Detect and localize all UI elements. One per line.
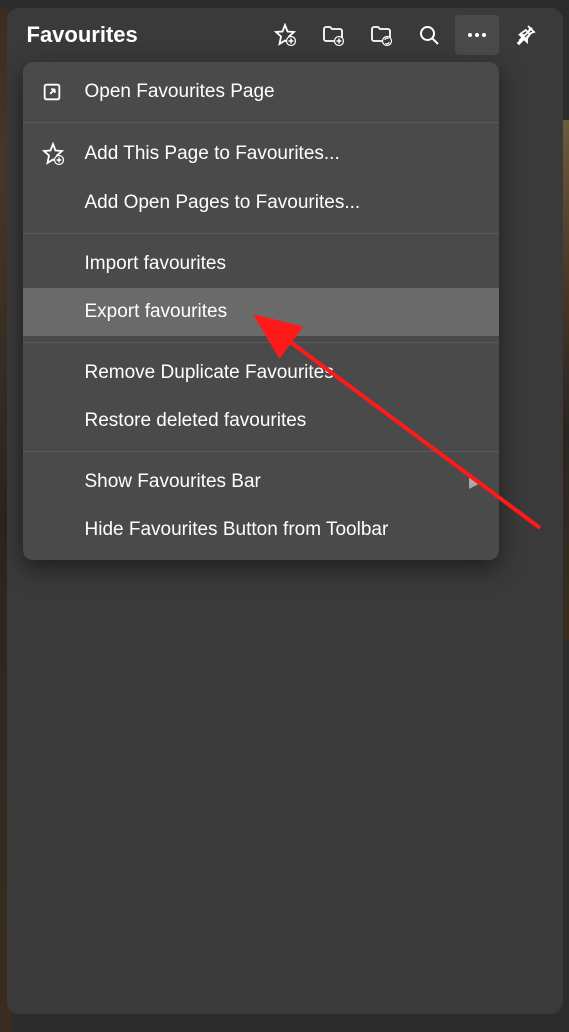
search-icon xyxy=(417,23,441,47)
chevron-right-icon: ▶ xyxy=(469,473,481,491)
menu-item-label: Import favourites xyxy=(85,253,481,275)
menu-show-favourites-bar[interactable]: Show Favourites Bar ▶ xyxy=(23,458,499,506)
menu-item-label: Export favourites xyxy=(85,301,481,323)
sync-folder-button[interactable] xyxy=(359,15,403,55)
star-add-icon xyxy=(273,23,297,47)
menu-item-label: Add This Page to Favourites... xyxy=(85,143,481,165)
menu-separator xyxy=(23,122,499,123)
menu-item-label: Remove Duplicate Favourites xyxy=(85,362,481,384)
menu-item-label: Hide Favourites Button from Toolbar xyxy=(85,519,481,541)
star-add-icon xyxy=(41,142,85,166)
menu-import-favourites[interactable]: Import favourites xyxy=(23,240,499,288)
more-options-button[interactable] xyxy=(455,15,499,55)
menu-open-favourites-page[interactable]: Open Favourites Page xyxy=(23,68,499,116)
folder-add-icon xyxy=(321,23,345,47)
menu-item-label: Show Favourites Bar xyxy=(85,471,481,493)
menu-restore-deleted[interactable]: Restore deleted favourites xyxy=(23,397,499,445)
menu-remove-duplicates[interactable]: Remove Duplicate Favourites xyxy=(23,349,499,397)
folder-sync-icon xyxy=(369,23,393,47)
menu-hide-favourites-button[interactable]: Hide Favourites Button from Toolbar xyxy=(23,506,499,554)
search-button[interactable] xyxy=(407,15,451,55)
menu-separator xyxy=(23,233,499,234)
more-options-menu: Open Favourites Page Add This Page to Fa… xyxy=(23,62,499,560)
menu-separator xyxy=(23,451,499,452)
favourites-panel: Favourites xyxy=(7,8,563,1014)
menu-export-favourites[interactable]: Export favourites xyxy=(23,288,499,336)
header-toolbar xyxy=(263,15,547,55)
menu-item-label: Add Open Pages to Favourites... xyxy=(85,192,481,214)
add-favourite-button[interactable] xyxy=(263,15,307,55)
add-folder-button[interactable] xyxy=(311,15,355,55)
open-page-icon xyxy=(41,81,85,103)
menu-add-this-page[interactable]: Add This Page to Favourites... xyxy=(23,129,499,179)
menu-item-label: Restore deleted favourites xyxy=(85,410,481,432)
menu-add-open-pages[interactable]: Add Open Pages to Favourites... xyxy=(23,179,499,227)
panel-header: Favourites xyxy=(7,8,563,64)
more-horizontal-icon xyxy=(465,23,489,47)
pin-icon xyxy=(513,23,537,47)
panel-title: Favourites xyxy=(27,22,263,48)
menu-item-label: Open Favourites Page xyxy=(85,81,481,103)
menu-separator xyxy=(23,342,499,343)
pin-button[interactable] xyxy=(503,15,547,55)
